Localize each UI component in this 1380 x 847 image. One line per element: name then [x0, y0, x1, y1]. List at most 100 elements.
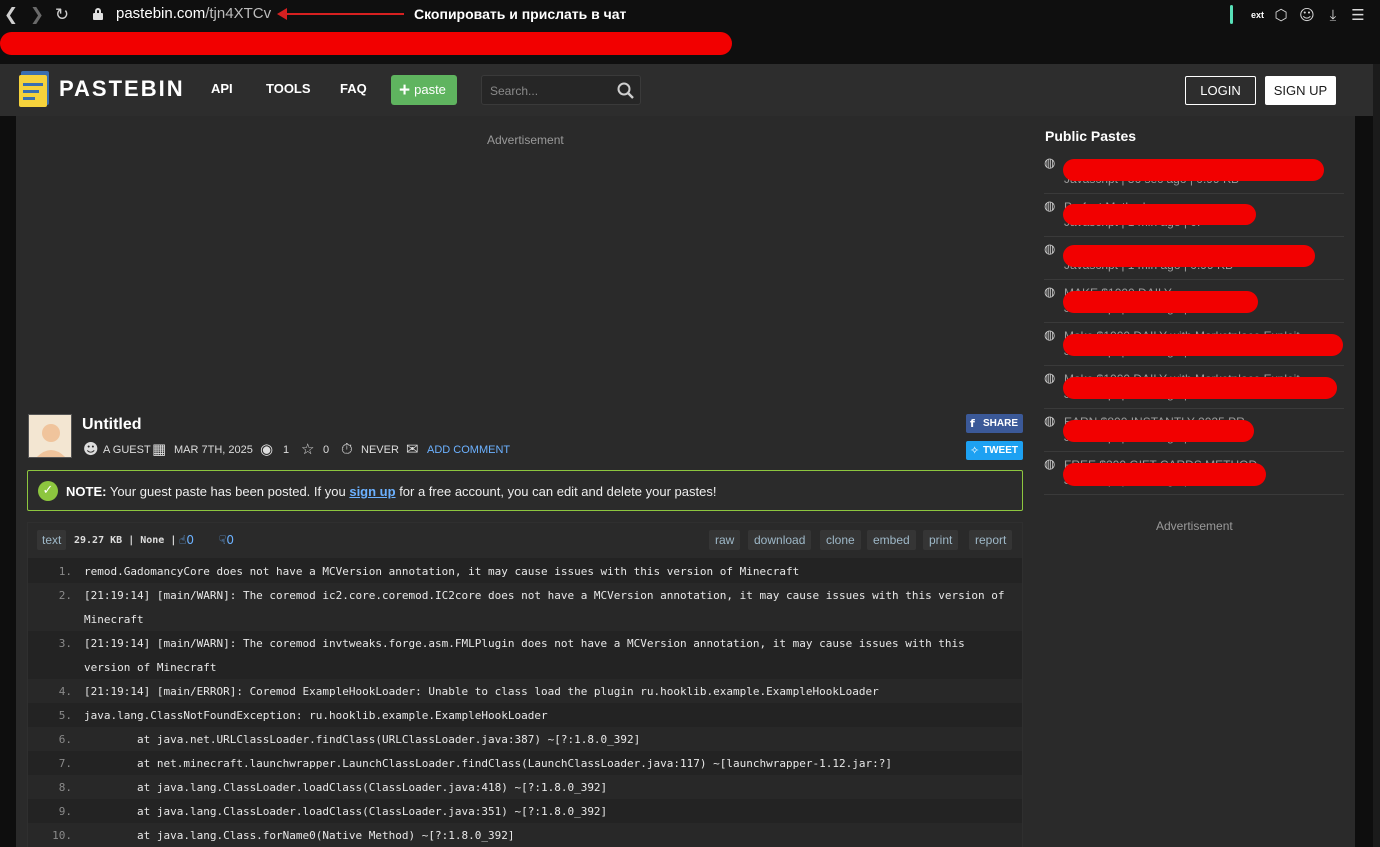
view-count: 1 — [283, 444, 290, 456]
line-number: 7. — [58, 757, 72, 770]
annotation-text: Скопировать и прислать в чат — [414, 6, 627, 22]
report-button[interactable]: report — [969, 530, 1013, 550]
new-paste-button[interactable]: + paste — [391, 75, 457, 105]
share-button[interactable]: f SHARE — [966, 414, 1023, 433]
line-text: [21:19:14] [main/ERROR]: Coremod Example… — [84, 685, 879, 698]
dislike-button[interactable]: ☟︎0 — [219, 530, 234, 550]
brand-name[interactable]: PASTEBIN — [59, 76, 185, 102]
globe-icon: ◍ — [1044, 414, 1056, 429]
sidebar-advertisement-label: Advertisement — [1156, 519, 1233, 533]
scrollbar[interactable] — [1373, 64, 1380, 847]
forward-icon[interactable]: ❯ — [26, 4, 48, 26]
line-text: [21:19:14] [main/WARN]: The coremod invt… — [84, 637, 965, 650]
star-count: 0 — [323, 444, 330, 456]
clone-button[interactable]: clone — [820, 530, 861, 550]
globe-icon: ◍ — [1044, 371, 1056, 386]
line-text: remod.GadomancyCore does not have a MCVe… — [84, 565, 800, 578]
annotation-arrow-head — [277, 8, 287, 20]
expiration: NEVER — [361, 444, 399, 456]
reload-icon[interactable]: ↻ — [51, 4, 73, 26]
star-icon[interactable]: ☆ — [301, 440, 314, 458]
line-number: 8. — [58, 781, 72, 794]
nav-faq[interactable]: FAQ — [340, 81, 367, 97]
calendar-icon: ▦ — [152, 440, 167, 458]
line-number: 3. — [58, 637, 72, 650]
check-icon: ✓ — [38, 481, 58, 501]
address-bar[interactable]: pastebin.com/tjn4XTCv — [116, 5, 271, 23]
nav-api[interactable]: API — [211, 81, 233, 97]
public-pastes-title: Public Pastes — [1045, 128, 1137, 144]
ext-icon[interactable]: ext — [1251, 10, 1264, 20]
syntax-tag[interactable]: text — [37, 530, 67, 550]
line-text: version of Minecraft — [84, 661, 217, 674]
print-button[interactable]: print — [923, 530, 959, 550]
comment-icon: ✉ — [406, 440, 419, 458]
line-number: 1. — [58, 565, 72, 578]
redaction-bar — [1063, 159, 1324, 181]
signup-button[interactable]: SIGN UP — [1265, 76, 1336, 105]
globe-icon: ◍ — [1044, 242, 1056, 257]
redaction-bar — [1063, 204, 1256, 225]
download-button[interactable]: download — [748, 530, 812, 550]
timer-icon: ⏱ — [341, 440, 353, 458]
line-text: at net.minecraft.launchwrapper.LaunchCla… — [84, 757, 892, 770]
back-icon[interactable]: ❮ — [0, 4, 22, 26]
download-icon[interactable]: ⤓ — [1325, 6, 1341, 24]
line-number: 2. — [58, 589, 72, 602]
url-path: /tjn4XTCv — [205, 5, 272, 22]
notice-text: NOTE: Your guest paste has been posted. … — [66, 484, 716, 499]
line-text: Minecraft — [84, 613, 144, 626]
tweet-button[interactable]: ✧ TWEET — [966, 441, 1023, 460]
globe-icon: ◍ — [1044, 199, 1056, 214]
line-number: 4. — [58, 685, 72, 698]
notice-after: for a free account, you can edit and del… — [399, 484, 717, 499]
like-button[interactable]: ☝︎0 — [179, 530, 194, 550]
notice-before: Your guest paste has been posted. If you — [109, 484, 346, 499]
code-line: 10. at java.lang.Class.forName0(Native M… — [28, 823, 1022, 847]
login-button[interactable]: LOGIN — [1185, 76, 1256, 105]
code-line: 7. at net.minecraft.launchwrapper.Launch… — [28, 751, 1022, 775]
embed-button[interactable]: embed — [867, 530, 916, 550]
line-text: at java.lang.ClassLoader.loadClass(Class… — [84, 781, 608, 794]
redaction-bar — [1063, 420, 1254, 442]
profile-icon[interactable]: ☺ — [1299, 6, 1315, 24]
code-line: 6. at java.net.URLClassLoader.findClass(… — [28, 727, 1022, 751]
redaction-bar — [1063, 291, 1258, 313]
code-line: 8. at java.lang.ClassLoader.loadClass(Cl… — [28, 775, 1022, 799]
globe-icon: ◍ — [1044, 156, 1056, 171]
code-line: 2. [21:19:14] [main/WARN]: The coremod ic… — [28, 583, 1022, 631]
paste-size-value: 29.27 KB — [74, 535, 123, 546]
redaction-bar — [0, 32, 732, 55]
line-number: 9. — [58, 805, 72, 818]
lock-icon — [93, 8, 103, 20]
line-text: at java.lang.ClassLoader.loadClass(Class… — [84, 805, 608, 818]
user-icon: ☻ — [83, 440, 99, 458]
search-input[interactable] — [490, 82, 610, 100]
paste-category: None — [140, 535, 165, 546]
code-toolbar: text 29.27 KB | None | ☝︎0 ☟︎0 raw downl… — [28, 523, 1022, 558]
paste-size: 29.27 KB | None | — [74, 535, 177, 546]
redaction-bar — [1063, 377, 1337, 399]
line-number: 6. — [58, 733, 72, 746]
add-comment-link[interactable]: ADD COMMENT — [427, 443, 510, 457]
raw-button[interactable]: raw — [709, 530, 741, 550]
notice-label: NOTE: — [66, 484, 107, 499]
line-text: [21:19:14] [main/WARN]: The coremod ic2.… — [84, 589, 1005, 602]
paste-date: MAR 7TH, 2025 — [174, 444, 253, 456]
menu-icon[interactable]: ☰ — [1350, 6, 1366, 24]
search-box — [481, 75, 641, 105]
nav-tools[interactable]: TOOLS — [266, 81, 311, 97]
search-icon[interactable] — [617, 82, 634, 99]
annotation-arrow — [284, 13, 404, 15]
code-line: 3. [21:19:14] [main/WARN]: The coremod in… — [28, 631, 1022, 679]
globe-icon: ◍ — [1044, 285, 1056, 300]
paste-button-label: paste — [414, 82, 446, 97]
signup-link[interactable]: sign up — [349, 484, 395, 499]
paste-author[interactable]: A GUEST — [103, 443, 151, 457]
pastebin-logo-icon[interactable] — [18, 69, 51, 109]
eye-icon: ◉ — [260, 440, 274, 458]
twitter-icon: ✧ — [970, 444, 980, 457]
extension-indicator — [1230, 5, 1233, 24]
plus-icon: + — [399, 80, 411, 101]
box-icon[interactable]: ⬡ — [1273, 6, 1289, 24]
